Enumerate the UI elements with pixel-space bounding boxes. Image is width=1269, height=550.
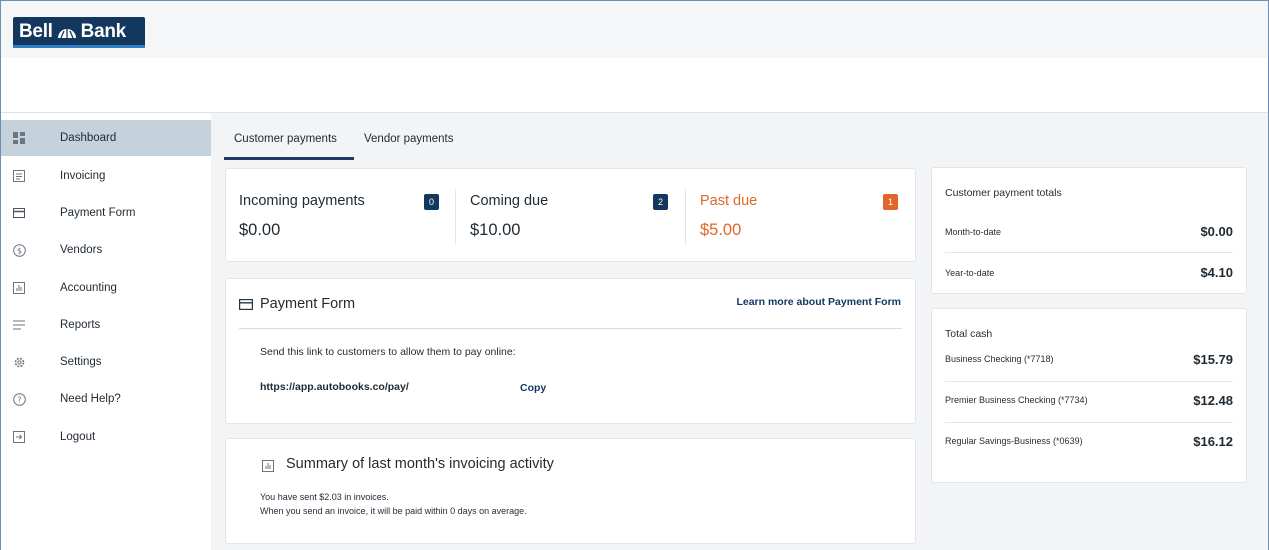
logo-text-left: Bell [19,21,53,42]
payment-form-description: Send this link to customers to allow the… [260,346,516,358]
row-value: $0.00 [1200,224,1233,239]
learn-more-link[interactable]: Learn more about Payment Form [736,296,901,308]
stat-count-badge: 2 [653,194,668,210]
row-label: Business Checking (*7718) [945,354,1054,364]
customer-totals-card: Customer payment totals Month-to-date $0… [931,167,1247,294]
main-content: Customer payments Vendor payments Incomi… [211,113,1268,550]
svg-text:$: $ [16,246,21,255]
summary-average-text: When you send an invoice, it will be pai… [260,506,527,516]
payment-stats-card: Incoming payments $0.00 0 Coming due $10… [225,168,916,262]
sidebar-item-label: Need Help? [60,393,121,405]
sidebar-item-vendors[interactable]: $ Vendors [1,232,211,268]
svg-text:?: ? [17,395,21,404]
sidebar-item-dashboard[interactable]: Dashboard [1,120,211,156]
sidebar-item-label: Dashboard [60,132,117,144]
lines-icon [12,318,26,332]
sidebar-item-accounting[interactable]: Accounting [1,270,211,306]
active-tab-indicator [224,157,354,160]
tab-vendor-payments[interactable]: Vendor payments [364,133,454,145]
summary-title: Summary of last month's invoicing activi… [286,456,554,472]
divider [945,422,1233,423]
app-header: Bell Bank [1,1,1268,113]
bell-bank-logo[interactable]: Bell Bank [13,17,145,47]
total-cash-title: Total cash [945,328,993,340]
stat-coming-due[interactable]: Coming due $10.00 2 [456,169,686,263]
stat-value: $10.00 [470,221,521,239]
row-value: $4.10 [1200,265,1233,280]
row-label: Year-to-date [945,268,995,278]
tab-customer-payments[interactable]: Customer payments [234,133,337,145]
stat-count-badge: 1 [883,194,898,210]
header-band [1,1,1268,58]
stat-value: $5.00 [700,221,742,239]
logo-text-right: Bank [80,21,127,42]
sidebar-item-label: Reports [60,319,101,331]
stat-value: $0.00 [239,221,281,239]
payment-form-card: Payment Form Learn more about Payment Fo… [225,278,916,424]
copy-link-button[interactable]: Copy [520,382,546,394]
row-value: $15.79 [1193,352,1233,367]
sidebar-item-label: Settings [60,356,102,368]
row-label: Month-to-date [945,227,1002,237]
stat-title: Past due [700,193,758,209]
row-value: $12.48 [1193,393,1233,408]
invoicing-summary-card: Summary of last month's invoicing activi… [225,438,916,544]
sidebar: Dashboard Invoicing Payment Form $ Vendo… [1,113,211,550]
stat-incoming-payments[interactable]: Incoming payments $0.00 0 [226,169,456,263]
payment-tabs: Customer payments Vendor payments [211,113,911,161]
customer-totals-title: Customer payment totals [945,187,1062,199]
sidebar-item-need-help[interactable]: ? Need Help? [1,381,211,417]
divider [945,252,1233,253]
row-label: Premier Business Checking (*7734) [945,395,1088,405]
help-circle-icon: ? [12,392,26,406]
payment-form-title: Payment Form [260,296,356,312]
divider [945,381,1233,382]
sidebar-item-payment-form[interactable]: Payment Form [1,195,211,231]
stat-title: Incoming payments [239,193,365,209]
row-label: Regular Savings-Business (*0639) [945,436,1083,446]
stat-title: Coming due [470,193,549,209]
gear-icon [12,355,26,369]
sidebar-item-label: Vendors [60,244,103,256]
dashboard-icon [12,131,26,145]
total-cash-card: Total cash Business Checking (*7718) $15… [931,308,1247,483]
sidebar-item-label: Accounting [60,282,117,294]
bell-dome-icon [57,25,77,39]
stat-past-due[interactable]: Past due $5.00 1 [686,169,917,263]
sidebar-item-logout[interactable]: Logout [1,419,211,455]
stat-count-badge: 0 [424,194,439,210]
chart-box-icon [12,281,26,295]
dollar-circle-icon: $ [12,243,26,257]
card-icon [12,206,26,220]
row-value: $16.12 [1193,434,1233,449]
sidebar-item-label: Invoicing [60,170,106,182]
sidebar-item-label: Logout [60,431,96,443]
sidebar-item-reports[interactable]: Reports [1,307,211,343]
sidebar-item-invoicing[interactable]: Invoicing [1,158,211,194]
logo-accent-line [13,45,145,48]
invoice-icon [12,169,26,183]
logout-icon [12,430,26,444]
card-icon [239,297,254,315]
summary-sent-text: You have sent $2.03 in invoices. [260,492,389,502]
chart-box-icon [262,459,274,477]
sidebar-item-settings[interactable]: Settings [1,344,211,380]
sidebar-item-label: Payment Form [60,207,136,219]
divider [239,328,902,329]
payment-link-url[interactable]: https://app.autobooks.co/pay/ [260,381,409,393]
